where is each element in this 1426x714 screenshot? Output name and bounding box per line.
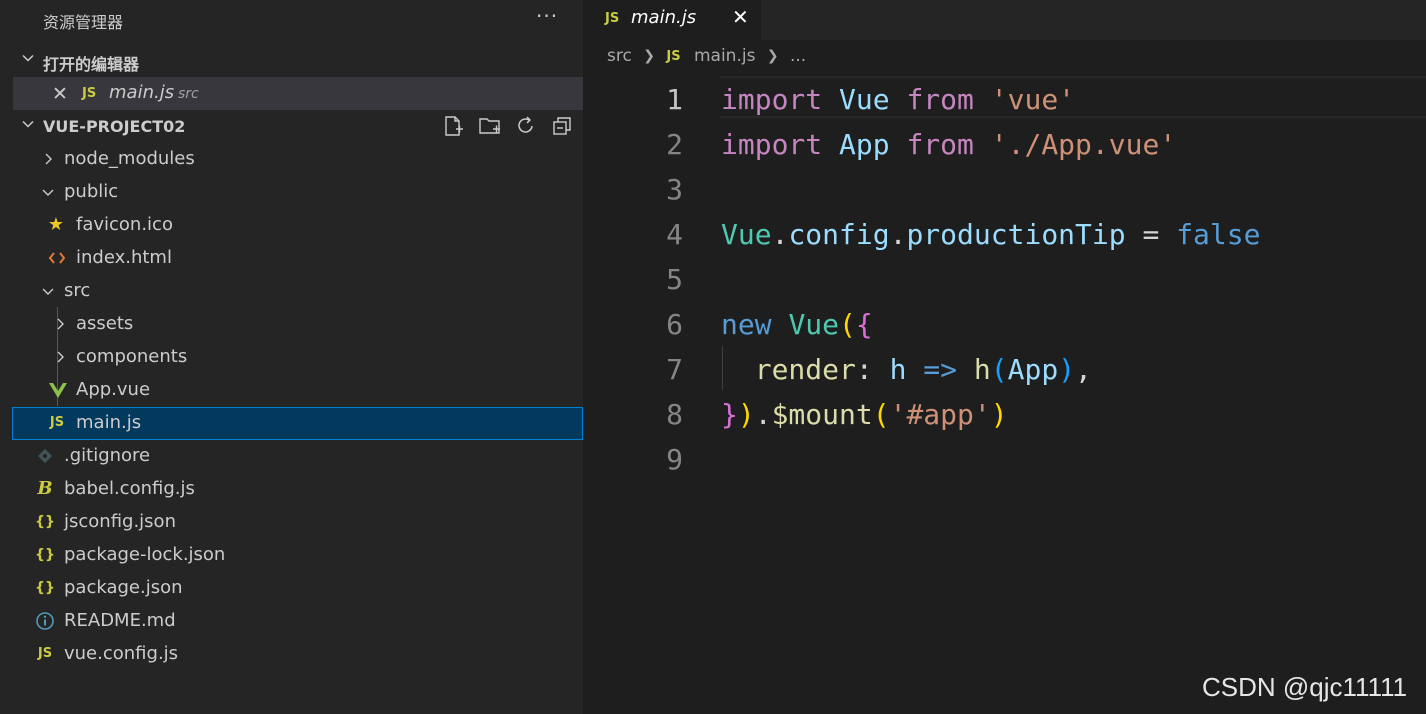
js-file-icon: JS (49, 415, 65, 430)
code-line-1: import Vue from 'vue' (721, 83, 1076, 116)
project-name: VUE-PROJECT02 (43, 117, 186, 136)
more-actions-icon[interactable]: ··· (536, 4, 558, 28)
tree-item-label: package.json (64, 577, 183, 598)
tree-item-label: components (76, 346, 188, 367)
tree-item-index-html[interactable]: index.html (12, 242, 583, 275)
open-editor-folder: src (178, 86, 199, 102)
collapse-all-icon[interactable] (551, 115, 573, 137)
line-number: 6 (666, 308, 683, 341)
tab-label: main.js (631, 7, 697, 28)
tree-item-label: node_modules (64, 148, 195, 169)
tree-item-app-vue[interactable]: App.vue (12, 374, 583, 407)
star-icon: ★ (47, 214, 65, 235)
line-number: 8 (666, 398, 683, 431)
tree-item-label: main.js (76, 412, 142, 433)
tree-item-label: .gitignore (64, 445, 151, 466)
open-editor-filename: main.js (109, 82, 175, 103)
code-line-2: import App from './App.vue' (721, 128, 1177, 161)
chevron-right-icon (57, 318, 64, 330)
line-number: 9 (666, 443, 683, 476)
close-icon[interactable]: ✕ (732, 5, 749, 29)
chevron-right-icon: ❯ (766, 48, 779, 64)
json-icon: {} (35, 514, 55, 530)
tree-item-vue-config[interactable]: JS vue.config.js (12, 638, 583, 671)
line-number: 7 (666, 353, 683, 386)
tree-item-gitignore[interactable]: .gitignore (12, 440, 583, 473)
tree-item-package-lock[interactable]: {} package-lock.json (12, 539, 583, 572)
vue-icon (49, 383, 67, 398)
tree-item-label: jsconfig.json (64, 511, 176, 532)
code-line-8: }).$mount('#app') (721, 398, 1008, 431)
html-icon (48, 252, 66, 264)
info-icon (36, 612, 54, 630)
chevron-down-icon (22, 54, 34, 62)
refresh-icon[interactable] (515, 115, 537, 137)
chevron-right-icon: ❯ (643, 48, 655, 64)
js-file-icon: JS (37, 646, 53, 661)
tree-item-label: assets (76, 313, 134, 334)
tree-item-label: package-lock.json (64, 544, 226, 565)
js-file-icon: JS (666, 48, 681, 64)
tree-item-package-json[interactable]: {} package.json (12, 572, 583, 605)
line-number: 5 (666, 263, 683, 296)
tree-item-babel-config[interactable]: B babel.config.js (12, 473, 583, 506)
tree-item-label: public (64, 181, 119, 202)
line-number: 1 (666, 83, 683, 116)
open-editors-label: 打开的编辑器 (43, 55, 140, 74)
line-number: 2 (666, 128, 683, 161)
tree-item-components[interactable]: components (12, 341, 583, 374)
editor-area: JS main.js ✕ src ❯ JS main.js ❯ ... 1 2 … (583, 0, 1426, 714)
json-icon: {} (35, 580, 55, 596)
explorer-sidebar: 资源管理器 ··· 打开的编辑器 ✕ JS main.js src VUE-PR… (12, 0, 583, 714)
tree-item-jsconfig[interactable]: {} jsconfig.json (12, 506, 583, 539)
babel-icon: B (37, 478, 53, 499)
chevron-down-icon (22, 120, 34, 128)
explorer-header: 资源管理器 ··· (12, 0, 583, 40)
json-icon: {} (35, 547, 55, 563)
code-line-6: new Vue({ (721, 308, 873, 341)
chevron-down-icon (42, 189, 54, 196)
new-file-icon[interactable] (442, 115, 464, 137)
tab-bar: JS main.js ✕ (583, 0, 1426, 40)
close-icon[interactable]: ✕ (52, 83, 68, 105)
chevron-down-icon (42, 288, 54, 295)
tab-main-js[interactable]: JS main.js ✕ (583, 0, 761, 40)
code-line-4: Vue.config.productionTip = false (721, 218, 1261, 251)
line-number: 3 (666, 173, 683, 206)
tree-item-label: App.vue (76, 379, 151, 400)
tree-item-readme[interactable]: README.md (12, 605, 583, 638)
breadcrumb-file[interactable]: main.js (694, 46, 755, 66)
watermark: CSDN @qjc11111 (1202, 672, 1408, 702)
tree-item-label: babel.config.js (64, 478, 195, 499)
tree-item-assets[interactable]: assets (12, 308, 583, 341)
tree-item-public[interactable]: public (12, 176, 583, 209)
js-file-icon: JS (82, 86, 97, 101)
js-file-icon: JS (605, 11, 620, 26)
tree-item-label: vue.config.js (64, 643, 179, 664)
code-line-7: render: h => h(App), (754, 353, 1092, 386)
line-number: 4 (666, 218, 683, 251)
chevron-right-icon (57, 351, 64, 363)
chevron-right-icon (45, 153, 52, 165)
tree-item-label: src (64, 280, 91, 301)
tree-item-label: index.html (76, 247, 172, 268)
breadcrumb-folder[interactable]: src (607, 46, 632, 66)
new-folder-icon[interactable] (478, 115, 502, 137)
tree-item-favicon[interactable]: ★ favicon.ico (12, 209, 583, 242)
explorer-title: 资源管理器 (43, 13, 124, 32)
open-editor-item-main-js[interactable]: ✕ JS main.js src (13, 77, 583, 110)
project-actions (442, 115, 577, 137)
tree-item-node-modules[interactable]: node_modules (12, 143, 583, 176)
breadcrumb-symbol[interactable]: ... (790, 46, 806, 66)
activity-strip (0, 0, 12, 714)
breadcrumb: src ❯ JS main.js ❯ ... (607, 46, 806, 74)
tree-item-src[interactable]: src (12, 275, 583, 308)
open-editors-header[interactable]: 打开的编辑器 (12, 44, 583, 77)
git-icon (38, 449, 52, 463)
tree-item-label: favicon.ico (76, 214, 173, 235)
tree-item-main-js[interactable]: JS main.js (12, 407, 583, 440)
tree-item-label: README.md (64, 610, 176, 631)
